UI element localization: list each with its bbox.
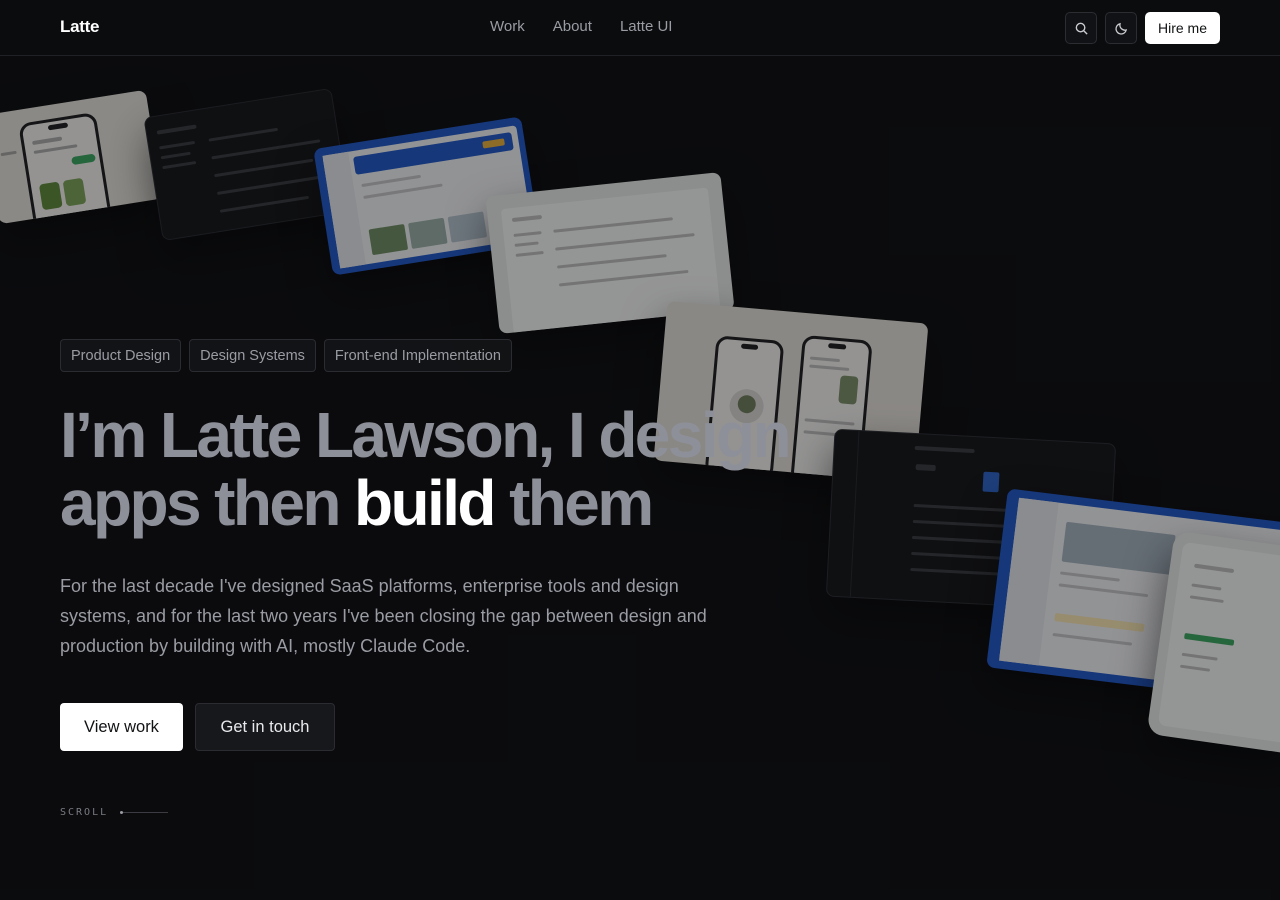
search-icon xyxy=(1075,22,1088,35)
hero-description: For the last decade I've designed SaaS p… xyxy=(60,576,707,656)
get-in-touch-button[interactable]: Get in touch xyxy=(195,703,335,751)
nav-link-work[interactable]: Work xyxy=(490,18,525,35)
top-navigation: Latte Work About Latte UI Hire me xyxy=(0,0,1280,56)
hero-section: Product Design Design Systems Front-end … xyxy=(60,339,792,751)
search-button[interactable] xyxy=(1065,12,1097,44)
scroll-label: SCROLL xyxy=(60,807,109,818)
view-work-button[interactable]: View work xyxy=(60,703,183,751)
tag-design-systems: Design Systems xyxy=(189,339,316,372)
nav-link-latte-ui[interactable]: Latte UI xyxy=(620,18,673,35)
scroll-indicator[interactable]: SCROLL xyxy=(60,807,169,818)
scroll-line xyxy=(120,811,169,814)
nav-link-about[interactable]: About xyxy=(553,18,592,35)
headline-emphasis: build xyxy=(354,467,496,539)
moon-icon xyxy=(1114,22,1127,35)
hero-headline: I’m Latte Lawson, I design apps then bui… xyxy=(60,401,840,537)
skill-tags: Product Design Design Systems Front-end … xyxy=(60,339,780,372)
tag-product-design: Product Design xyxy=(60,339,182,372)
main-nav: Work About Latte UI xyxy=(490,18,672,35)
headline-text-end: them xyxy=(493,467,654,539)
theme-toggle-button[interactable] xyxy=(1105,12,1137,44)
phone-mockup xyxy=(18,111,113,225)
tag-front-end-implementation: Front-end Implementation xyxy=(323,339,512,372)
hire-me-button[interactable]: Hire me xyxy=(1145,12,1220,44)
site-logo[interactable]: Latte xyxy=(60,17,99,37)
project-thumbnail-plant-app xyxy=(0,89,163,225)
